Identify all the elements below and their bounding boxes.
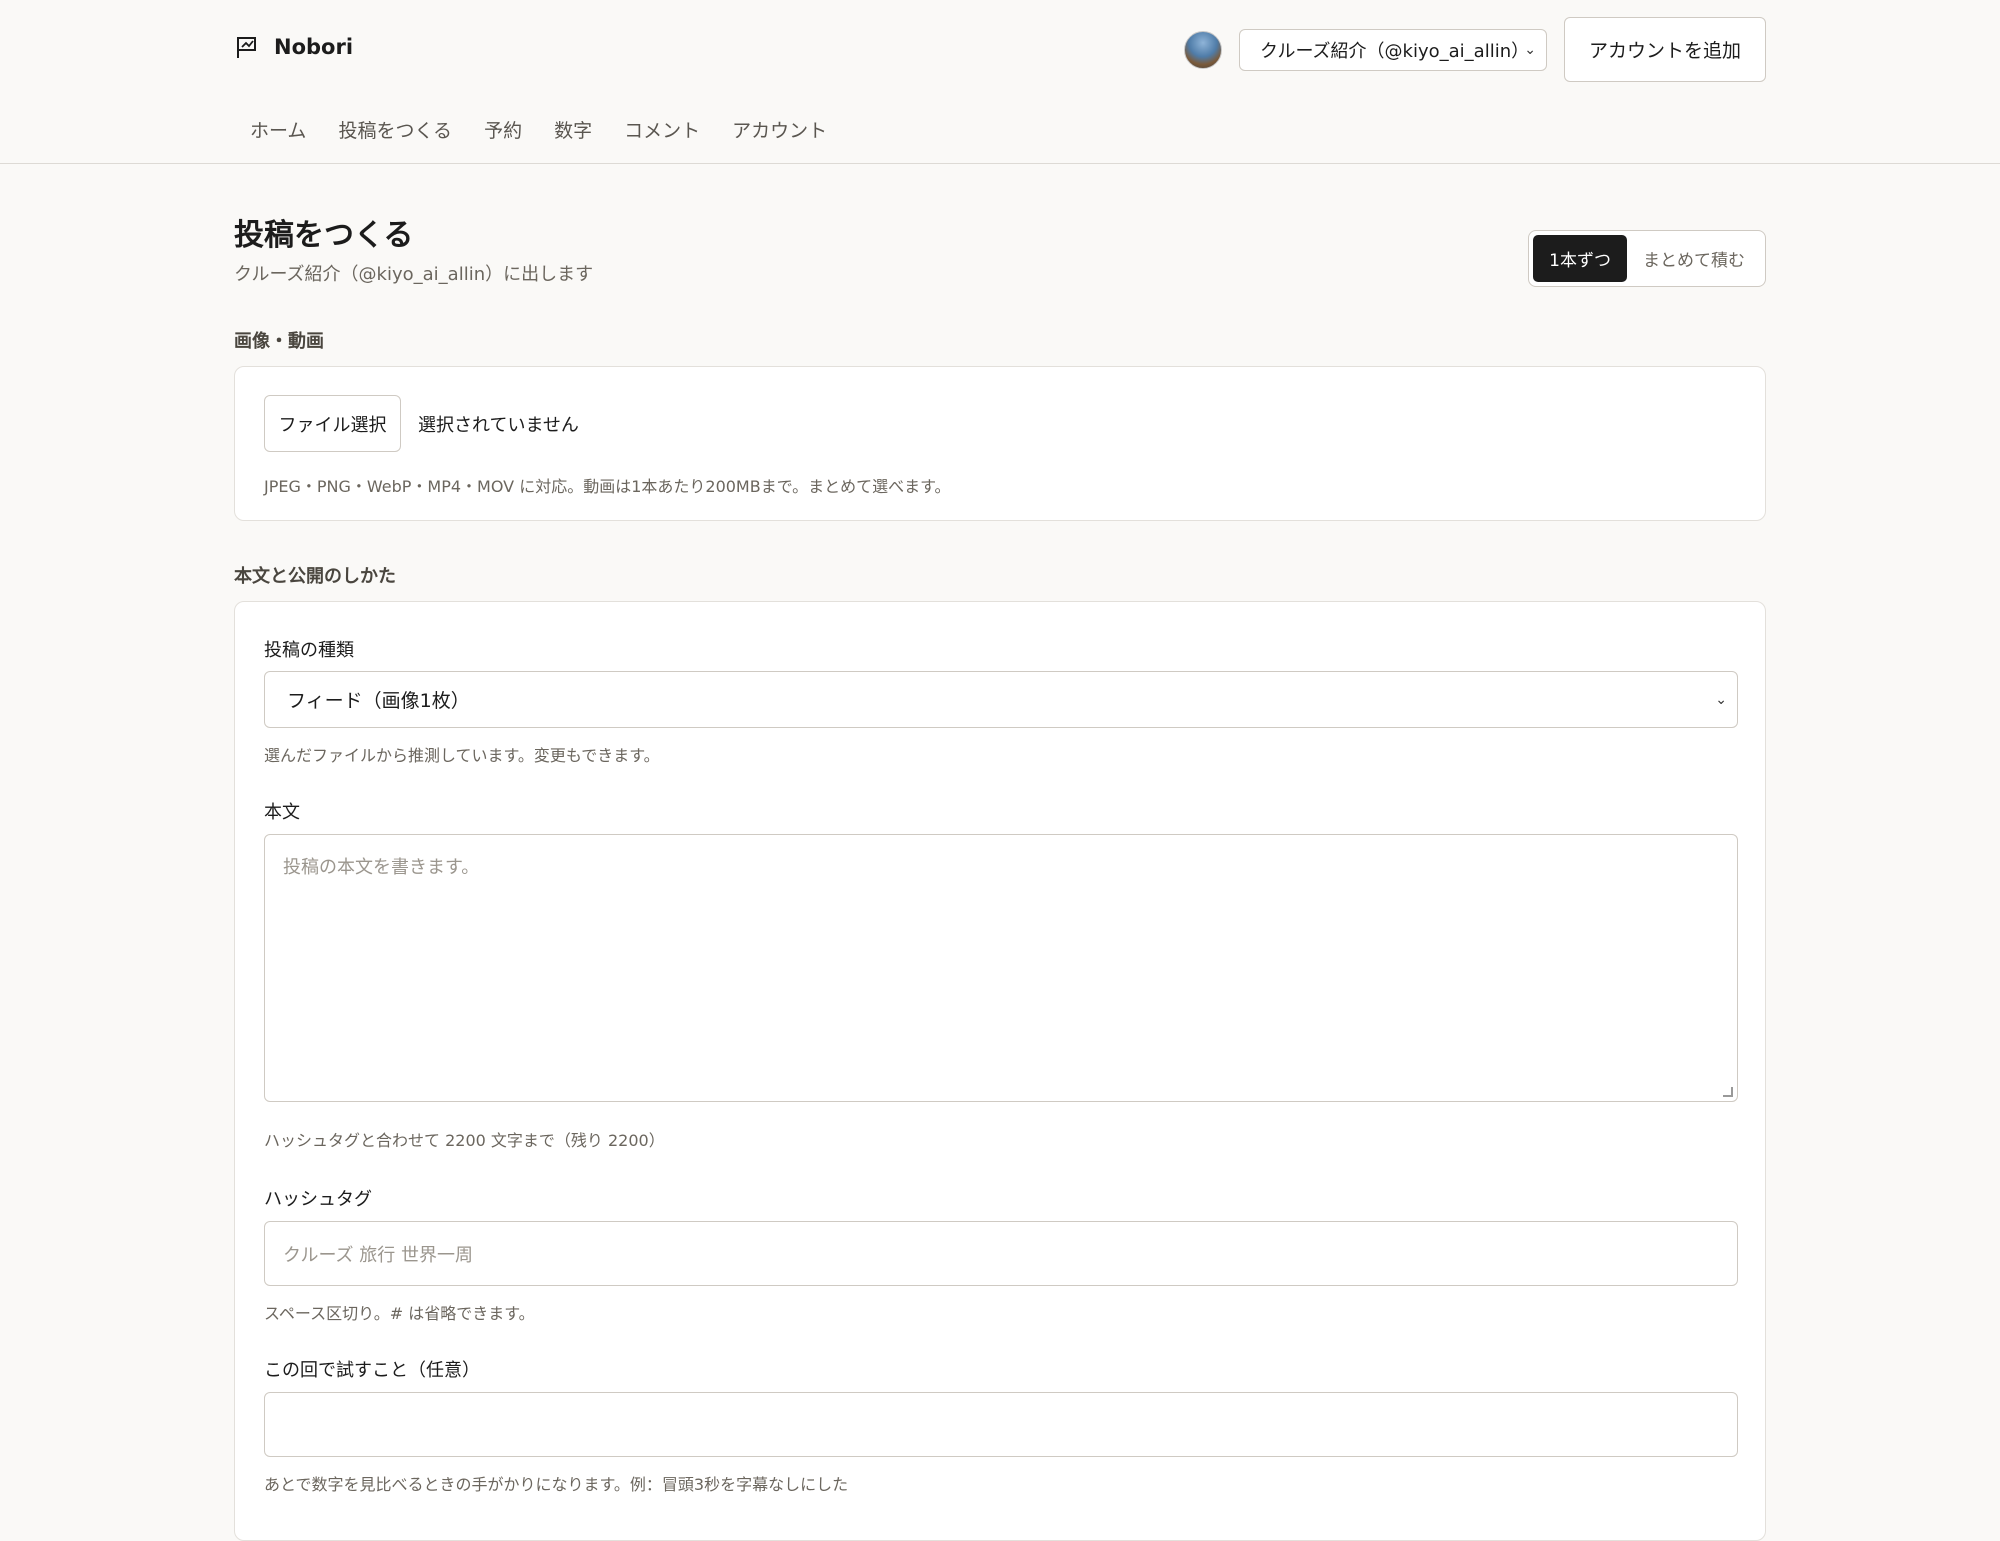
chart-flag-icon [237, 37, 256, 58]
account-select-value: クルーズ紹介（@kiyo_ai_allin） [1260, 40, 1530, 62]
caption-placeholder: 投稿の本文を書きます。 [283, 857, 480, 878]
post-type-hint: 選んだファイルから推測しています。変更もできます。 [264, 746, 660, 765]
experiment-hint: あとで数字を見比べるときの手がかりになります。例：冒頭3秒を字幕なしにした [264, 1475, 849, 1494]
post-type-label: 投稿の種類 [264, 640, 354, 661]
app-name: Nobori [274, 35, 354, 59]
resize-handle-icon[interactable] [1723, 1087, 1733, 1097]
hashtags-hint: スペース区切り。# は省略できます。 [264, 1304, 535, 1323]
mode-single-button[interactable]: 1本ずつ [1533, 235, 1627, 282]
nav-item-comments[interactable]: コメント [608, 112, 716, 147]
page-subtitle: クルーズ紹介（@kiyo_ai_allin）に出します [234, 264, 594, 285]
experiment-input[interactable] [264, 1392, 1738, 1457]
nav-item-account[interactable]: アカウント [716, 112, 843, 147]
media-hint: JPEG・PNG・WebP・MP4・MOV に対応。動画は1本あたり200MBま… [264, 477, 951, 496]
post-type-select[interactable]: フィード（画像1枚） ⌄ [264, 671, 1738, 728]
media-section-label: 画像・動画 [234, 331, 324, 352]
account-select[interactable]: クルーズ紹介（@kiyo_ai_allin） ⌄ [1239, 28, 1547, 71]
experiment-label: この回で試すこと（任意） [264, 1360, 480, 1381]
file-select-button[interactable]: ファイル選択 [264, 395, 401, 452]
brand[interactable]: Nobori [234, 34, 353, 60]
nav-item-create-post[interactable]: 投稿をつくる [322, 112, 468, 147]
file-picker: ファイル選択 選択されていません [264, 395, 579, 452]
mode-batch-button[interactable]: まとめて積む [1627, 235, 1761, 282]
chevron-down-icon: ⌄ [1715, 691, 1727, 708]
main-nav: ホーム 投稿をつくる 予約 数字 コメント アカウント [234, 112, 843, 147]
body-section-label: 本文と公開のしかた [234, 566, 396, 587]
top-header: Nobori クルーズ紹介（@kiyo_ai_allin） ⌄ アカウントを追加… [0, 0, 2000, 164]
hashtags-label: ハッシュタグ [264, 1189, 372, 1210]
nav-item-numbers[interactable]: 数字 [538, 112, 608, 147]
add-account-button[interactable]: アカウントを追加 [1564, 17, 1766, 82]
page-title: 投稿をつくる [234, 218, 414, 253]
chevron-down-icon: ⌄ [1524, 41, 1536, 58]
media-card: ファイル選択 選択されていません JPEG・PNG・WebP・MP4・MOV に… [234, 366, 1766, 521]
file-status: 選択されていません [418, 414, 579, 436]
mode-toggle: 1本ずつ まとめて積む [1528, 230, 1766, 287]
hashtags-input[interactable]: クルーズ 旅行 世界一周 [264, 1221, 1738, 1286]
hashtags-placeholder: クルーズ 旅行 世界一周 [283, 1244, 474, 1266]
caption-label: 本文 [264, 802, 300, 823]
nav-item-schedule[interactable]: 予約 [468, 112, 538, 147]
caption-textarea[interactable]: 投稿の本文を書きます。 [264, 834, 1738, 1102]
post-type-value: フィード（画像1枚） [287, 690, 470, 712]
avatar[interactable] [1184, 30, 1222, 69]
caption-hint: ハッシュタグと合わせて 2200 文字まで（残り 2200） [264, 1131, 665, 1150]
body-card: 投稿の種類 フィード（画像1枚） ⌄ 選んだファイルから推測しています。変更もで… [234, 601, 1766, 1541]
header-actions: クルーズ紹介（@kiyo_ai_allin） ⌄ アカウントを追加 [1184, 17, 1766, 82]
nav-item-home[interactable]: ホーム [234, 112, 322, 147]
